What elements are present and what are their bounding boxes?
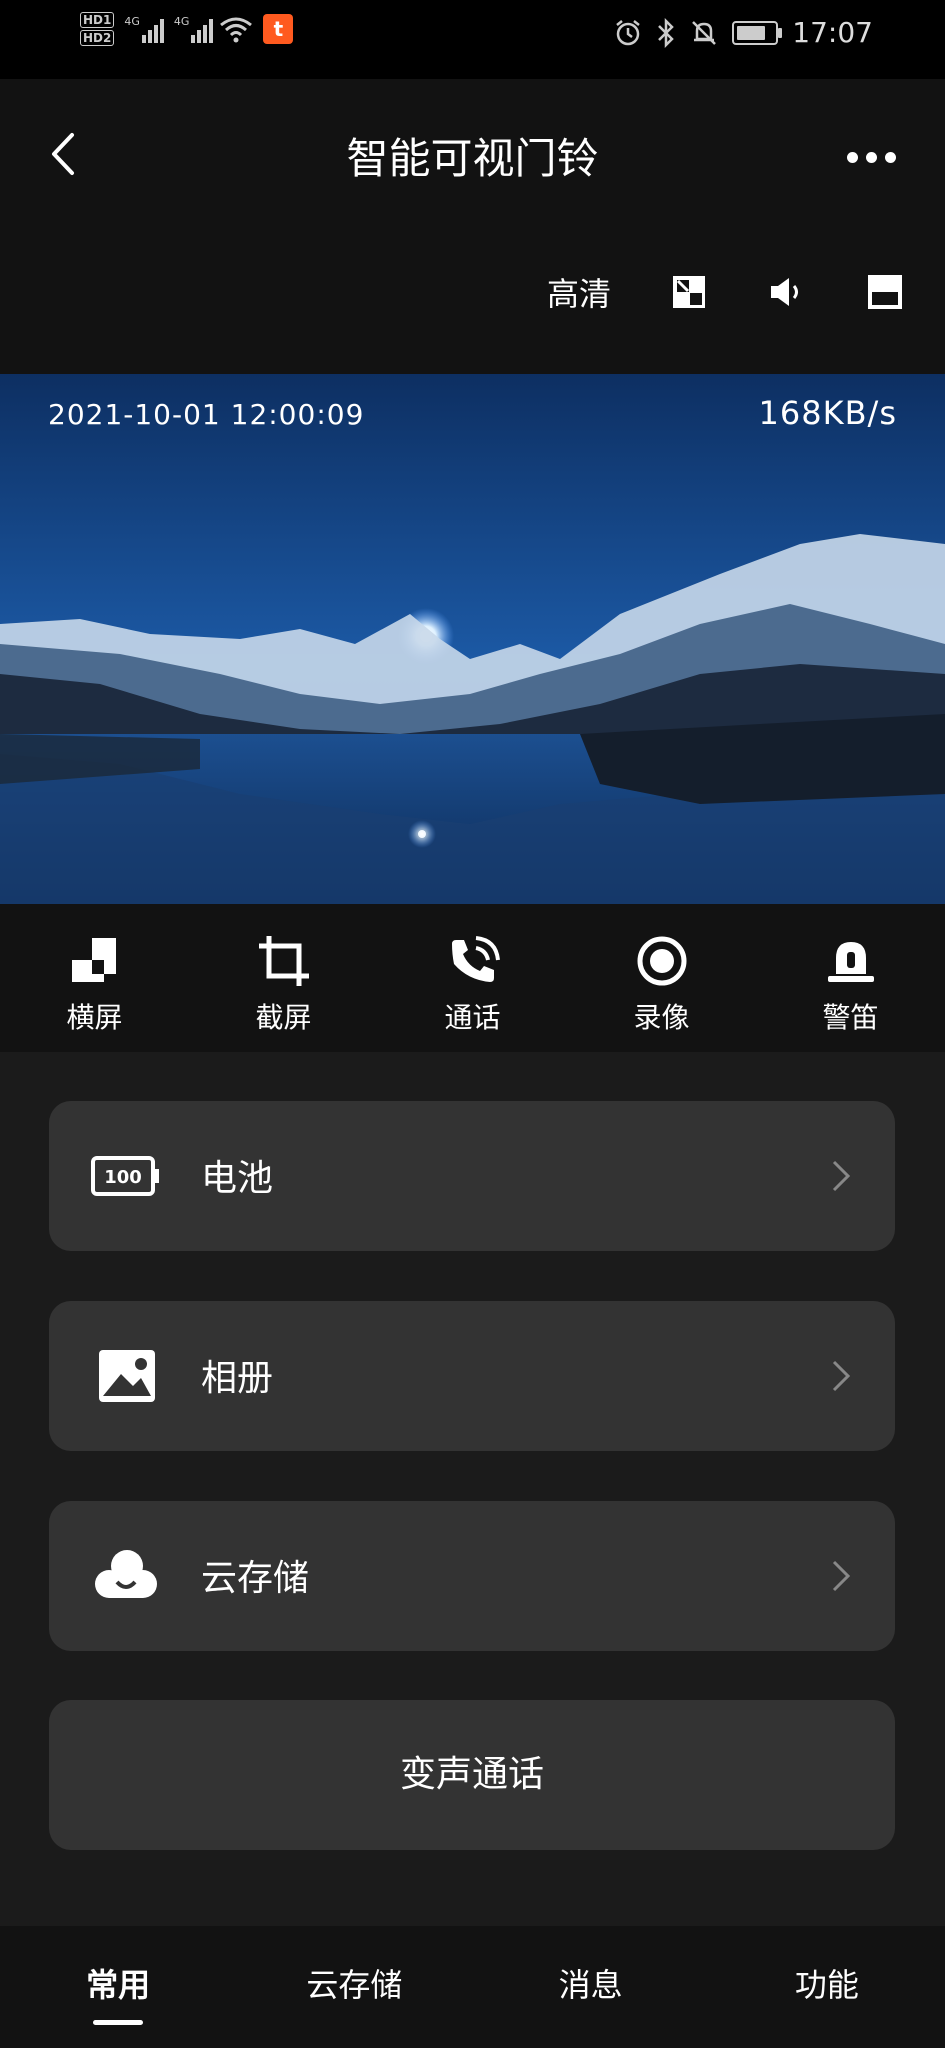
record-icon [637,936,686,986]
tab-messages[interactable]: 消息 [473,1926,709,2048]
split-screen-icon[interactable] [865,272,905,312]
siren-label: 警笛 [822,1001,879,1034]
landscape-button[interactable]: 横屏 [0,904,189,1052]
video-frame-image [0,374,945,904]
cloud-storage-label: 云存储 [201,1558,310,1599]
signal-2-icon: 4G [174,15,214,43]
siren-icon [827,942,874,982]
screenshot-button[interactable]: 截屏 [189,904,378,1052]
dot-icon [865,151,877,163]
status-time: 17:07 [792,16,873,49]
status-left: HD1 HD2 4G 4G t [80,12,294,46]
crop-icon [258,936,309,986]
battery-card[interactable]: 100 电池 [49,1101,895,1251]
alarm-icon [616,19,641,45]
signal-1-icon: 4G [124,15,164,43]
voice-change-call-button[interactable]: 变声通话 [49,1700,895,1850]
status-bar: HD1 HD2 4G 4G t 17:07 [0,0,945,79]
cloud-icon [95,1550,157,1598]
screenshot-label: 截屏 [255,1001,312,1034]
call-label: 通话 [444,1001,501,1034]
net1-label: 4G [124,15,140,28]
quality-toggle[interactable]: 高清 [547,269,611,315]
speaker-icon[interactable] [767,272,807,312]
action-bar: 横屏 截屏 通话 录像 警笛 [0,904,945,1052]
record-label: 录像 [633,1001,690,1034]
battery-status-icon [732,20,783,45]
hd1-label: HD1 [80,12,115,28]
bottom-tab-bar: 常用 云存储 消息 功能 [0,1926,945,2048]
chevron-right-icon [832,1160,851,1192]
status-right: 17:07 [614,16,873,49]
tab-functions[interactable]: 功能 [709,1926,945,2048]
hd-indicator: HD1 HD2 [80,12,115,46]
page-title: 智能可视门铃 [346,134,599,183]
tab-cloud-storage[interactable]: 云存储 [236,1926,472,2048]
chevron-right-icon [832,1560,851,1592]
phone-icon [451,936,500,982]
net2-label: 4G [173,15,190,28]
battery-label: 电池 [201,1158,274,1199]
tab-common[interactable]: 常用 [0,1926,236,2048]
landscape-icon [71,938,116,982]
hd2-label: HD2 [80,30,115,46]
bluetooth-icon [658,17,675,48]
tuya-app-icon: t [263,14,294,44]
dot-icon [884,151,896,163]
landscape-label: 横屏 [66,1001,123,1034]
dot-icon [846,151,858,163]
battery-level-text: 100 [104,1167,142,1188]
video-toolbar: 高清 [547,269,905,315]
siren-button[interactable]: 警笛 [756,904,945,1052]
record-button[interactable]: 录像 [567,904,756,1052]
battery-icon: 100 [91,1156,159,1196]
cloud-storage-card[interactable]: 云存储 [49,1501,895,1651]
video-bitrate: 168KB/s [758,394,897,432]
call-button[interactable]: 通话 [378,904,567,1052]
video-timestamp: 2021-10-01 12:00:09 [48,398,365,431]
video-feed[interactable]: 2021-10-01 12:00:09 168KB/s [0,374,945,904]
header: 智能可视门铃 高清 [0,79,945,375]
more-options-button[interactable] [841,139,901,175]
picture-in-picture-icon[interactable] [669,272,709,312]
chevron-right-icon [832,1360,851,1392]
gallery-label: 相册 [201,1358,274,1399]
gallery-icon [99,1350,155,1402]
gallery-card[interactable]: 相册 [49,1301,895,1451]
wifi-icon [220,17,253,43]
mute-bell-icon [692,20,717,45]
